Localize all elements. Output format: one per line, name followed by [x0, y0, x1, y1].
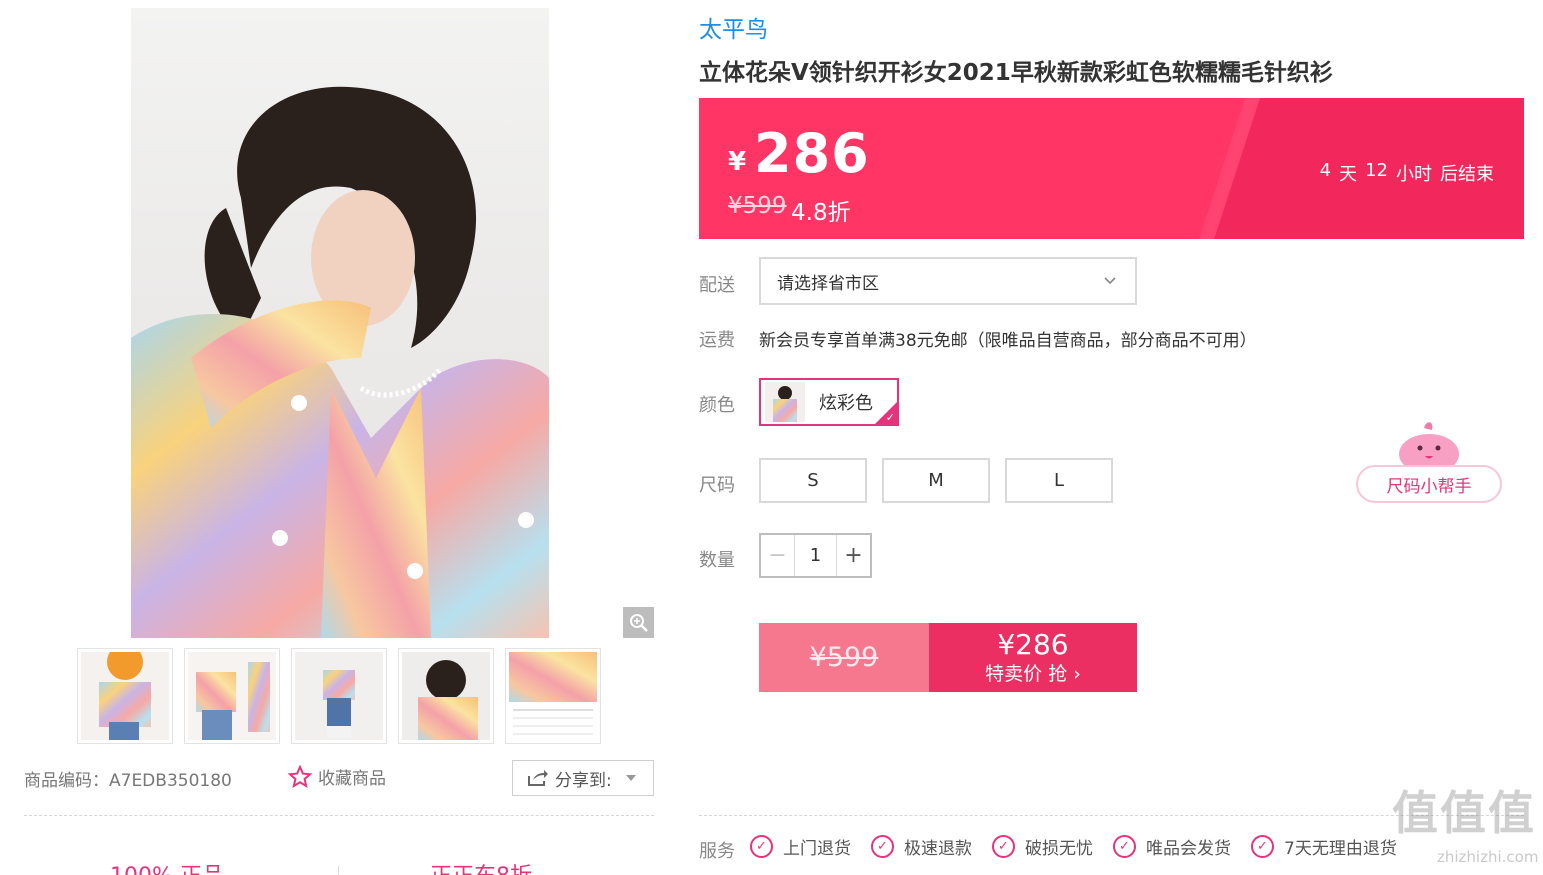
- service-item: ✓ 7天无理由退货: [1251, 834, 1397, 859]
- color-option-selected[interactable]: 炫彩色 ✓: [759, 378, 899, 426]
- countdown-days-unit: 天: [1339, 164, 1358, 185]
- star-outline-icon: [288, 764, 312, 788]
- watermark-logo: 值值值: [1392, 786, 1536, 840]
- zoom-button[interactable]: [623, 607, 654, 638]
- size-helper-button[interactable]: 尺码小帮手: [1356, 465, 1502, 503]
- size-option-s[interactable]: S: [759, 458, 867, 503]
- check-circle-icon: ✓: [1251, 835, 1274, 858]
- buy-now-button[interactable]: ¥599 ¥286 特卖价 抢 ›: [759, 623, 1137, 692]
- divider: [24, 815, 654, 816]
- size-option-l[interactable]: L: [1005, 458, 1113, 503]
- product-meta-row: 商品编码：A7EDB350180 收藏商品 分享到:: [24, 760, 654, 796]
- countdown-days: 4: [1319, 160, 1332, 181]
- check-circle-icon: ✓: [992, 835, 1015, 858]
- chevron-down-icon: [1104, 277, 1116, 285]
- sale-countdown: 4 天 12 小时 后结束: [1320, 160, 1494, 186]
- favorite-button[interactable]: 收藏商品: [288, 764, 386, 789]
- original-price: ¥599: [728, 193, 787, 219]
- service-item-label: 唯品会发货: [1146, 839, 1231, 859]
- countdown-hours-unit: 小时: [1396, 164, 1432, 185]
- color-swatch: [765, 382, 805, 422]
- service-item: ✓ 极速退款: [871, 834, 972, 859]
- product-sku: 商品编码：A7EDB350180: [24, 771, 232, 791]
- service-item-label: 上门退货: [783, 839, 851, 859]
- service-item-label: 极速退款: [904, 839, 972, 859]
- sale-price: 286: [754, 122, 870, 185]
- thumbnail-image: [509, 652, 597, 740]
- watermark-site: zhizhizhi.com: [1437, 848, 1539, 866]
- product-photo: [131, 86, 549, 638]
- thumbnail[interactable]: [291, 648, 387, 744]
- thumbnail-image: [188, 652, 276, 740]
- buy-action-label: 特卖价 抢 ›: [985, 662, 1081, 685]
- caret-down-icon: [625, 775, 636, 781]
- region-select[interactable]: 请选择省市区: [759, 257, 1137, 305]
- thumbnail-image: [81, 652, 169, 740]
- size-option-m[interactable]: M: [882, 458, 990, 503]
- region-select-value: 请选择省市区: [777, 273, 879, 294]
- magnifier-icon: [629, 613, 648, 632]
- countdown-hours: 12: [1365, 160, 1388, 181]
- size-helper-mascot-icon: [1399, 422, 1459, 470]
- delivery-label: 配送: [699, 275, 735, 296]
- service-label: 服务: [699, 841, 735, 862]
- thumbnail[interactable]: [77, 648, 173, 744]
- quantity-decrease-button[interactable]: −: [761, 535, 795, 576]
- size-label: 尺码: [699, 475, 735, 496]
- shipping-info: 新会员专享首单满38元免邮（限唯品自营商品，部分商品不可用）: [759, 331, 1257, 351]
- brand-link[interactable]: 太平鸟: [699, 10, 768, 44]
- shipping-label: 运费: [699, 330, 735, 351]
- thumbnail-strip: [77, 648, 601, 744]
- discount-rate: 4.8折: [791, 200, 851, 226]
- buy-original-price: ¥599: [759, 623, 929, 692]
- buy-sale-price: ¥286: [997, 627, 1069, 661]
- service-item: ✓ 唯品会发货: [1113, 834, 1231, 859]
- price-banner: ¥ 286 ¥599 4.8折 4 天 12 小时 后结束: [699, 98, 1524, 239]
- thumbnail[interactable]: [398, 648, 494, 744]
- thumbnail[interactable]: [184, 648, 280, 744]
- product-title: 立体花朵V领针织开衫女2021早秋新款彩虹色软糯糯毛针织衫: [699, 60, 1333, 86]
- quantity-stepper: − 1 +: [759, 533, 872, 578]
- thumbnail-image: [295, 652, 383, 740]
- share-icon: [528, 770, 548, 786]
- service-list: ✓ 上门退货 ✓ 极速退款 ✓ 破损无忧 ✓ 唯品会发货 ✓ 7天无理由退货: [750, 834, 1417, 859]
- service-item: ✓ 破损无忧: [992, 834, 1093, 859]
- service-item-label: 7天无理由退货: [1284, 839, 1397, 859]
- share-label: 分享到:: [555, 770, 612, 791]
- check-circle-icon: ✓: [750, 835, 773, 858]
- countdown-suffix: 后结束: [1440, 164, 1494, 185]
- product-main-image[interactable]: [131, 8, 549, 638]
- share-dropdown[interactable]: 分享到:: [512, 760, 654, 796]
- favorite-label: 收藏商品: [318, 769, 386, 789]
- check-circle-icon: ✓: [871, 835, 894, 858]
- promo-badge: 正正东8折: [430, 858, 532, 875]
- authentic-badge: 100% 正品: [110, 858, 224, 875]
- check-circle-icon: ✓: [1113, 835, 1136, 858]
- divider: [338, 866, 339, 875]
- color-label: 颜色: [699, 395, 735, 416]
- thumbnail-image: [402, 652, 490, 740]
- check-icon: ✓: [885, 411, 895, 424]
- thumbnail[interactable]: [505, 648, 601, 744]
- quantity-increase-button[interactable]: +: [836, 535, 870, 576]
- service-item-label: 破损无忧: [1025, 839, 1093, 859]
- quantity-input[interactable]: 1: [795, 535, 836, 576]
- buy-sale-panel: ¥286 特卖价 抢 ›: [929, 623, 1137, 692]
- color-name: 炫彩色: [819, 393, 873, 414]
- quantity-label: 数量: [699, 550, 735, 571]
- service-item: ✓ 上门退货: [750, 834, 851, 859]
- currency-symbol: ¥: [728, 147, 747, 177]
